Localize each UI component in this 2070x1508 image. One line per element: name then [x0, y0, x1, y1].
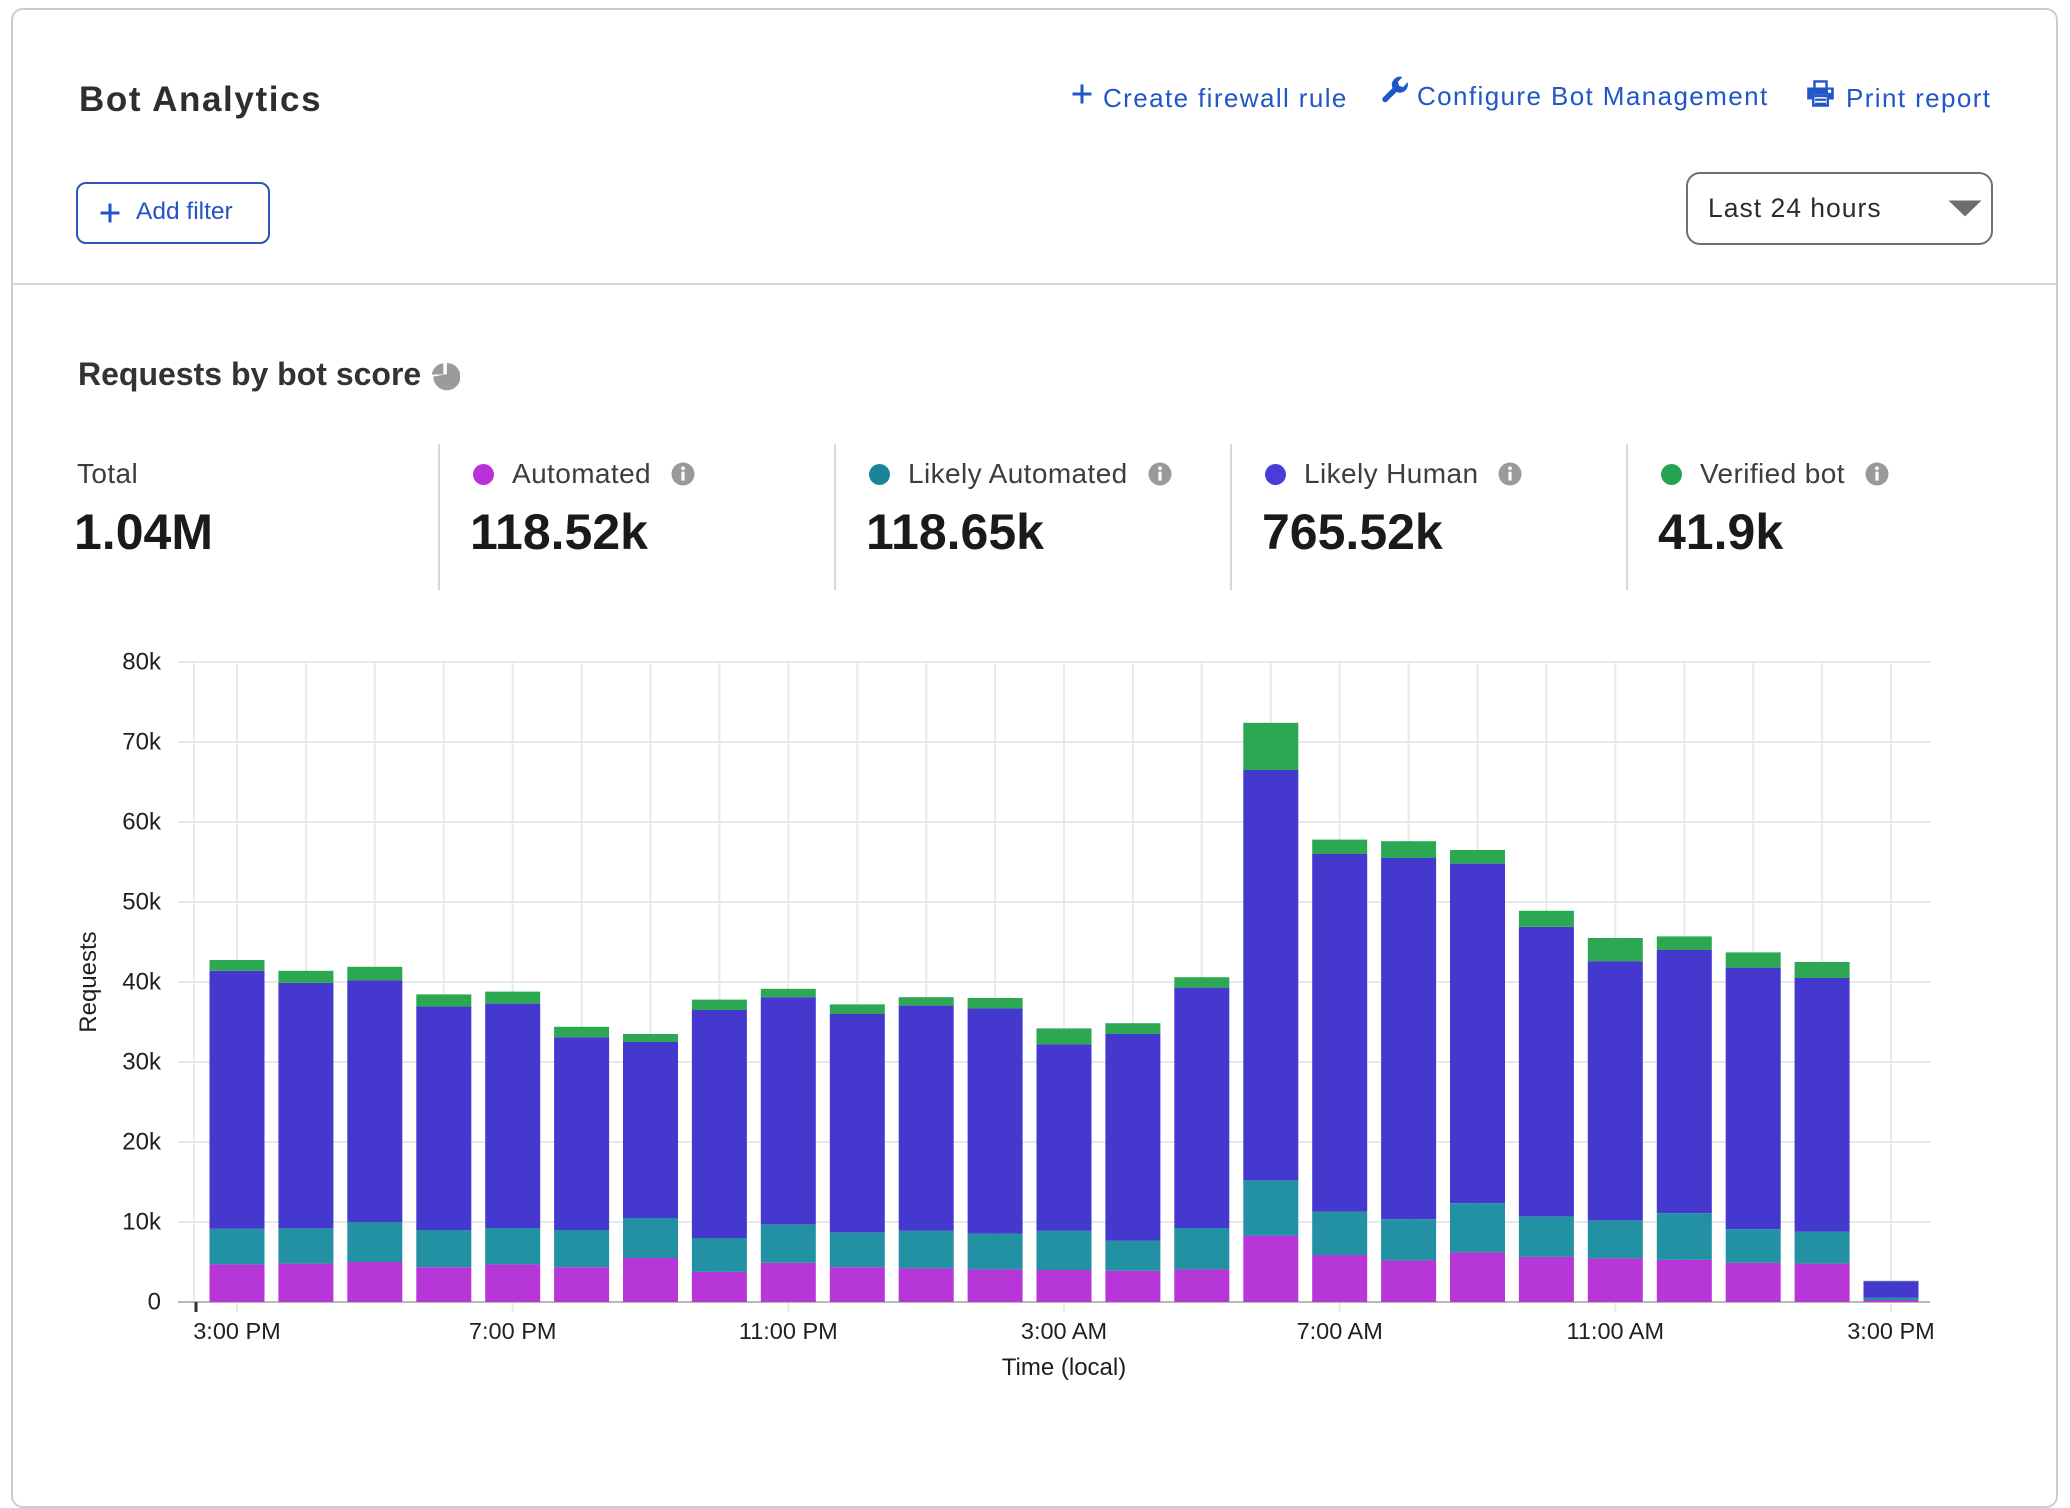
svg-text:40k: 40k: [122, 969, 162, 996]
svg-text:3:00 AM: 3:00 AM: [1021, 1318, 1107, 1344]
svg-text:3:00 PM: 3:00 PM: [193, 1318, 281, 1344]
svg-text:50k: 50k: [122, 889, 162, 916]
svg-text:Requests: Requests: [75, 931, 102, 1032]
svg-text:70k: 70k: [122, 729, 162, 756]
svg-text:80k: 80k: [122, 649, 162, 676]
svg-text:7:00 PM: 7:00 PM: [469, 1318, 557, 1344]
svg-text:20k: 20k: [122, 1129, 162, 1156]
svg-text:Time (local): Time (local): [1002, 1354, 1126, 1381]
svg-text:7:00 AM: 7:00 AM: [1297, 1318, 1383, 1344]
svg-text:30k: 30k: [122, 1049, 162, 1076]
svg-text:3:00 PM: 3:00 PM: [1847, 1318, 1935, 1344]
svg-text:11:00 AM: 11:00 AM: [1567, 1318, 1665, 1344]
svg-text:60k: 60k: [122, 809, 162, 836]
svg-text:0: 0: [148, 1289, 161, 1316]
svg-text:10k: 10k: [122, 1209, 162, 1236]
svg-text:11:00 PM: 11:00 PM: [739, 1318, 838, 1344]
